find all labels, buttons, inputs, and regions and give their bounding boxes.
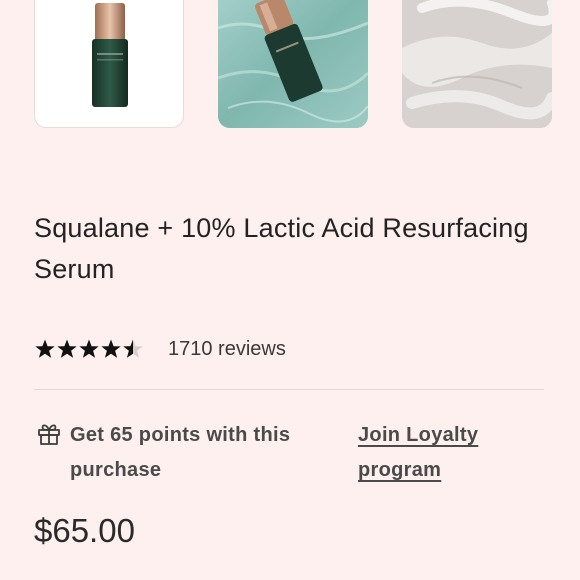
loyalty-points: Get 65 points with this purchase — [34, 418, 334, 488]
thumbnail-bottle[interactable] — [34, 0, 184, 128]
thumbnail-texture[interactable] — [402, 0, 552, 128]
divider — [34, 389, 544, 390]
join-loyalty-link[interactable]: Join Loyalty program — [358, 418, 528, 488]
cream-texture-image — [402, 0, 552, 128]
serum-bottle-image — [92, 3, 128, 107]
image-gallery — [34, 0, 552, 128]
rating-row[interactable]: 1710 reviews — [34, 336, 286, 362]
product-title: Squalane + 10% Lactic Acid Resurfacing S… — [34, 213, 529, 284]
product-price: $65.00 — [34, 512, 135, 549]
product-page: Squalane + 10% Lactic Acid Resurfacing S… — [0, 0, 580, 580]
points-text: Get 65 points with this purchase — [70, 424, 291, 481]
gift-icon — [38, 424, 60, 445]
bottle-in-water-image — [218, 0, 368, 128]
reviews-count[interactable]: 1710 reviews — [168, 338, 286, 361]
star-rating-icon — [35, 339, 143, 358]
thumbnail-bottle-water[interactable] — [218, 0, 368, 128]
